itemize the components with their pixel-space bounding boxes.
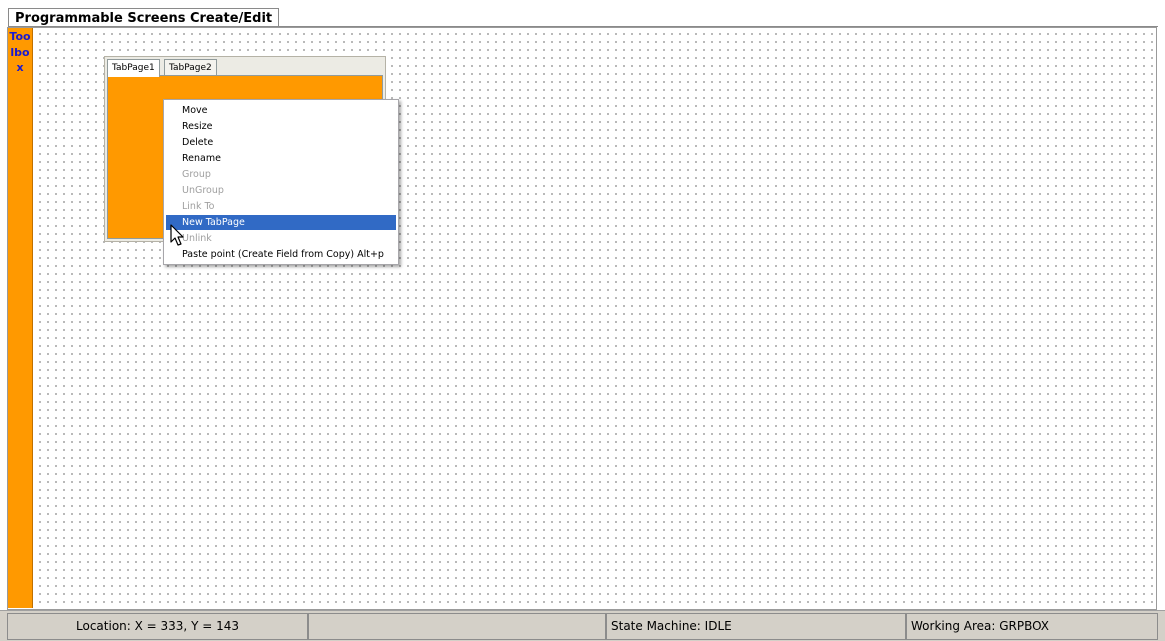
tab-strip: Programmable Screens Create/Edit [0, 0, 1165, 28]
menu-item-resize[interactable]: Resize [166, 119, 396, 134]
status-state-machine: State Machine: IDLE [606, 613, 906, 640]
menu-item-delete[interactable]: Delete [166, 135, 396, 150]
arrow-pointer-icon [170, 224, 184, 246]
status-working-area: Working Area: GRPBOX [906, 613, 1158, 640]
tab-page-2[interactable]: TabPage2 [164, 59, 217, 76]
tab-page-1[interactable]: TabPage1 [107, 59, 160, 77]
menu-item-link-to[interactable]: Link To [166, 199, 396, 214]
menu-item-new-tabpage[interactable]: New TabPage [166, 215, 396, 230]
menu-item-group[interactable]: Group [166, 167, 396, 182]
toolbox-panel[interactable]: Toolbox [8, 28, 33, 608]
status-location: Location: X = 333, Y = 143 [7, 613, 308, 640]
toolbox-label: Toolbox [9, 30, 31, 75]
menu-item-unlink[interactable]: Unlink [166, 231, 396, 246]
menu-item-ungroup[interactable]: UnGroup [166, 183, 396, 198]
tab-programmable-screens[interactable]: Programmable Screens Create/Edit [8, 8, 280, 28]
status-empty-panel [308, 613, 606, 640]
menu-item-move[interactable]: Move [166, 103, 396, 118]
context-menu: Move Resize Delete Rename Group UnGroup … [163, 99, 399, 265]
menu-item-paste-point[interactable]: Paste point (Create Field from Copy) Alt… [166, 247, 396, 262]
status-bar: Location: X = 333, Y = 143 State Machine… [0, 610, 1165, 641]
menu-item-rename[interactable]: Rename [166, 151, 396, 166]
